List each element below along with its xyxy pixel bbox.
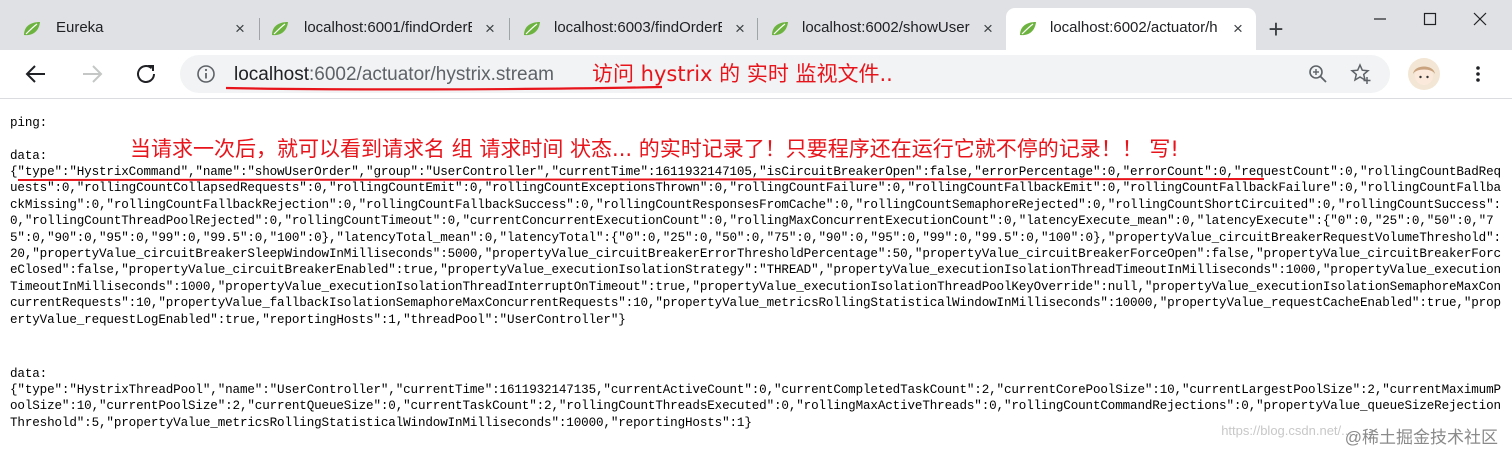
zoom-icon[interactable]: [1308, 64, 1328, 84]
red-underline-annotation: [17, 178, 1265, 183]
window-close-button[interactable]: [1458, 6, 1502, 32]
page-content: ping: data: {"type":"HystrixCommand","na…: [0, 99, 1512, 452]
minimize-button[interactable]: [1358, 6, 1402, 32]
tab-find-order-6001[interactable]: localhost:6001/findOrderB ×: [260, 8, 510, 50]
url-text[interactable]: localhost:6002/actuator/hystrix.stream: [234, 64, 554, 86]
close-icon[interactable]: ×: [482, 20, 498, 37]
tab-show-user-order[interactable]: localhost:6002/showUserO ×: [758, 8, 1006, 50]
hystrix-command-data: {"type":"HystrixCommand","name":"showUse…: [10, 165, 1501, 327]
tab-hystrix-stream-active[interactable]: localhost:6002/actuator/h ×: [1006, 8, 1256, 50]
tab-title: localhost:6002/showUserO: [802, 19, 970, 36]
tab-title: localhost:6002/actuator/h: [1050, 19, 1218, 36]
tab-find-order-6003[interactable]: localhost:6003/findOrderB ×: [510, 8, 758, 50]
spring-leaf-icon: [524, 22, 540, 36]
reload-icon: [137, 65, 155, 83]
annotation-data-note: 当请求一次后，就可以看到请求名 组 请求时间 状态... 的实时记录了！只要程序…: [130, 133, 1179, 163]
bookmark-star-icon[interactable]: [1350, 63, 1372, 85]
minimize-icon: [1374, 18, 1386, 20]
reload-button[interactable]: [132, 60, 160, 88]
info-icon[interactable]: [196, 64, 216, 84]
spring-leaf-icon: [1020, 22, 1036, 36]
forward-button[interactable]: [78, 60, 106, 88]
browser-toolbar: localhost:6002/actuator/hystrix.stream 访…: [0, 50, 1512, 99]
watermark-logo: @稀土掘金技术社区: [1344, 428, 1498, 447]
close-icon[interactable]: ×: [732, 20, 748, 37]
maximize-button[interactable]: [1408, 6, 1452, 32]
close-icon[interactable]: ×: [1230, 20, 1246, 37]
close-icon[interactable]: ×: [232, 20, 248, 37]
tab-title: localhost:6001/findOrderB: [304, 19, 472, 36]
annotation-url-note: 访问 hystrix 的 实时 监视文件..: [592, 62, 893, 86]
url-host: localhost: [234, 64, 309, 85]
more-vert-icon: [1476, 66, 1480, 82]
spring-leaf-icon: [272, 22, 288, 36]
arrow-left-icon: [25, 65, 45, 83]
arrow-right-icon: [83, 65, 103, 83]
profile-avatar-icon: [1413, 66, 1435, 85]
url-path: :6002/actuator/hystrix.stream: [309, 64, 554, 85]
maximize-icon: [1423, 12, 1437, 26]
back-button[interactable]: [22, 60, 50, 88]
spring-leaf-icon: [24, 22, 40, 36]
avatar[interactable]: [1408, 58, 1440, 90]
data-label: data:: [10, 367, 48, 381]
menu-button[interactable]: [1468, 64, 1488, 84]
tab-eureka[interactable]: Eureka ×: [0, 8, 260, 50]
watermark-url: https://blog.csdn.net/...: [1221, 423, 1352, 438]
tab-title: Eureka: [56, 19, 104, 36]
ping-line: ping:: [10, 116, 48, 130]
close-icon: [1473, 12, 1487, 26]
spring-leaf-icon: [772, 22, 788, 36]
new-tab-button[interactable]: +: [1264, 16, 1288, 42]
close-icon[interactable]: ×: [980, 20, 996, 37]
tab-title: localhost:6003/findOrderB: [554, 19, 722, 36]
tab-strip: Eureka × localhost:6001/findOrderB × loc…: [0, 0, 1512, 50]
